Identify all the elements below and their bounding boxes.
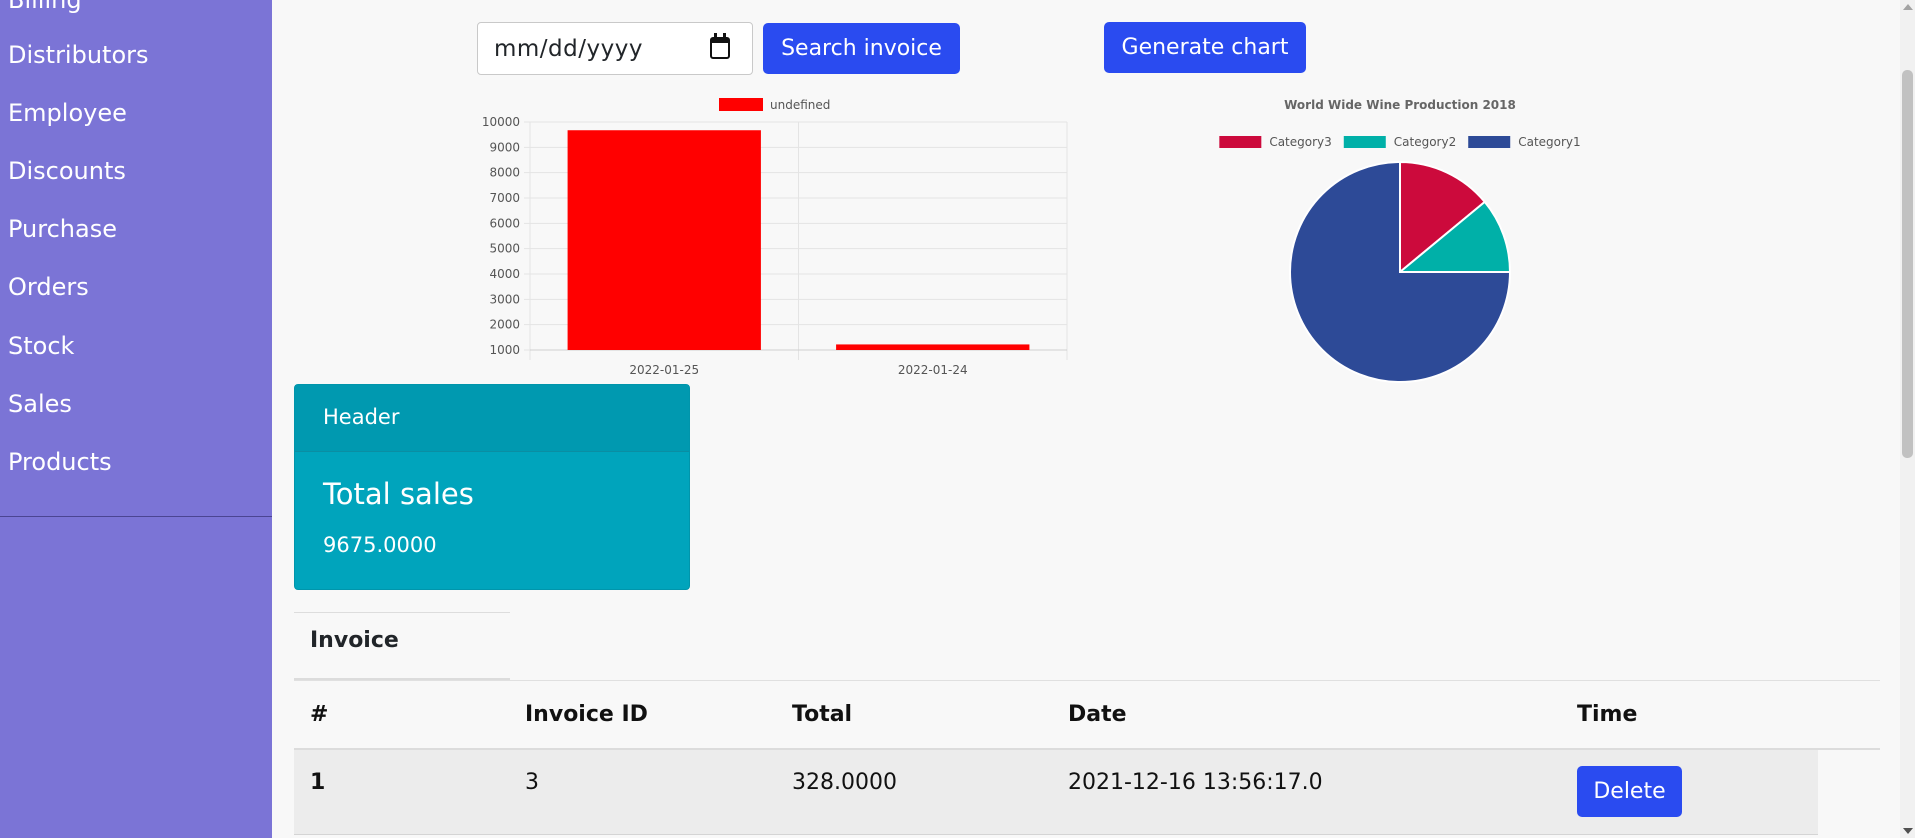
- total-sales-value: 9675.0000: [323, 533, 437, 557]
- bar: [836, 344, 1030, 350]
- legend-swatch: [1468, 136, 1511, 148]
- y-tick-label: 3000: [489, 292, 520, 306]
- sidebar-divider: [0, 516, 272, 517]
- date-input[interactable]: mm/dd/yyyy: [477, 22, 753, 75]
- sidebar-item-billing[interactable]: Billing: [8, 0, 82, 14]
- row-number: 1: [310, 770, 326, 795]
- row-invoice-id: 3: [525, 770, 539, 795]
- column-header-total: Total: [792, 702, 853, 727]
- tab-invoice[interactable]: Invoice: [294, 628, 510, 680]
- sidebar-item-products[interactable]: Products: [8, 448, 112, 476]
- sidebar-item-employee[interactable]: Employee: [8, 99, 127, 127]
- table-row-border: [294, 834, 1818, 835]
- bar: [567, 130, 761, 350]
- delete-button[interactable]: Delete: [1577, 766, 1682, 817]
- row-total: 328.0000: [792, 770, 897, 795]
- total-sales-card: Header Total sales 9675.0000: [294, 384, 690, 590]
- x-tick-label: 2022-01-25: [629, 363, 699, 377]
- tab-border-top: [294, 612, 510, 613]
- pie-chart: World Wide Wine Production 2018 Category3…: [1219, 98, 1581, 383]
- y-tick-label: 6000: [489, 216, 520, 230]
- sidebar-item-sales[interactable]: Sales: [8, 390, 72, 418]
- legend-label: Category3: [1269, 135, 1331, 149]
- page-scrollbar[interactable]: [1900, 0, 1915, 838]
- sidebar-item-discounts[interactable]: Discounts: [8, 157, 126, 185]
- y-tick-label: 9000: [489, 140, 520, 154]
- legend-label: undefined: [770, 98, 830, 112]
- scroll-up-arrow-icon[interactable]: [1903, 4, 1913, 10]
- scrollbar-thumb[interactable]: [1902, 70, 1913, 458]
- y-tick-label: 4000: [489, 267, 520, 281]
- y-tick-label: 10000: [482, 115, 520, 129]
- sidebar-item-stock[interactable]: Stock: [8, 332, 74, 360]
- scroll-down-arrow-icon[interactable]: [1903, 828, 1913, 834]
- row-date: 2021-12-16 13:56:17.0: [1068, 770, 1323, 795]
- y-tick-label: 7000: [489, 191, 520, 205]
- y-tick-label: 2000: [489, 318, 520, 332]
- search-invoice-button[interactable]: Search invoice: [763, 23, 960, 74]
- legend-swatch: [1219, 136, 1262, 148]
- y-tick-label: 5000: [489, 242, 520, 256]
- calendar-icon[interactable]: [710, 33, 730, 59]
- x-tick-label: 2022-01-24: [898, 363, 968, 377]
- date-placeholder: mm/dd/yyyy: [494, 36, 643, 62]
- column-header-time: Time: [1577, 702, 1638, 727]
- y-tick-label: 8000: [489, 166, 520, 180]
- y-tick-label: 1000: [489, 343, 520, 357]
- sidebar-item-distributors[interactable]: Distributors: [8, 41, 149, 69]
- legend-label: Category1: [1518, 135, 1580, 149]
- sidebar-item-purchase[interactable]: Purchase: [8, 215, 117, 243]
- generate-chart-button[interactable]: Generate chart: [1104, 22, 1306, 73]
- legend-swatch: [1343, 136, 1386, 148]
- column-header-date: Date: [1068, 702, 1127, 727]
- sidebar: Billing Distributors Employee Discounts …: [0, 0, 272, 838]
- legend-label: Category2: [1394, 135, 1456, 149]
- card-title: Total sales: [323, 477, 474, 511]
- card-header: Header: [295, 385, 689, 452]
- column-header-invoice-id: Invoice ID: [525, 702, 648, 727]
- legend-swatch: [719, 98, 763, 111]
- chart-title: World Wide Wine Production 2018: [1284, 98, 1516, 112]
- bar-chart: undefined 1000 2000 3000 4000 5000 6000 7000 800…: [482, 98, 1068, 377]
- column-header-number: #: [310, 702, 329, 727]
- sidebar-item-orders[interactable]: Orders: [8, 273, 89, 301]
- tab-divider: [294, 680, 1880, 681]
